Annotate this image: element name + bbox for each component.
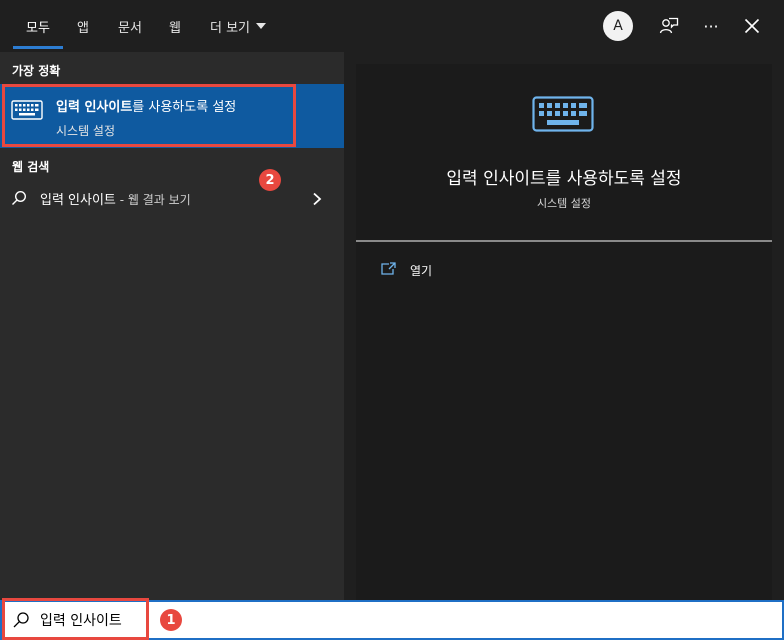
web-search-label: 웹 검색 (12, 160, 50, 174)
tab-more[interactable]: 더 보기 (202, 0, 274, 52)
tab-all-label: 모두 (26, 20, 50, 36)
chevron-down-icon (256, 23, 266, 29)
highlight-box-best-match (2, 84, 296, 147)
chevron-right-icon (312, 191, 322, 210)
highlight-box-search (2, 598, 149, 640)
preview-divider (356, 240, 772, 242)
feedback-icon[interactable] (656, 13, 682, 39)
results-panel: 가장 정확 입력 인사이트를 사용하도록 설정 시스템 설정 2 웹 검색 입력… (0, 52, 344, 600)
tab-more-label: 더 보기 (209, 20, 250, 36)
preview-subtitle: 시스템 설정 (536, 197, 592, 210)
top-bar: 모두 앱 문서 웹 더 보기 A ··· ✕ (0, 0, 784, 52)
tab-documents[interactable]: 문서 (110, 0, 150, 52)
tab-documents-label: 문서 (118, 20, 142, 36)
more-options-glyph: ··· (703, 16, 719, 36)
search-icon (11, 190, 27, 210)
preview-title: 입력 인사이트를 사용하도록 설정 (446, 169, 682, 189)
web-result-suffix: - 웹 결과 보기 (115, 193, 191, 207)
web-result-item[interactable]: 입력 인사이트 - 웹 결과 보기 (0, 182, 344, 214)
tab-apps-label: 앱 (77, 20, 89, 36)
tab-web[interactable]: 웹 (160, 0, 190, 52)
close-icon[interactable]: ✕ (739, 13, 765, 39)
avatar[interactable]: A (603, 11, 633, 41)
active-tab-indicator (13, 46, 63, 49)
web-result-query: 입력 인사이트 (40, 193, 116, 208)
best-match-label: 가장 정확 (12, 64, 61, 78)
open-action[interactable]: 열기 (380, 260, 432, 280)
open-external-icon (380, 261, 396, 280)
preview-panel: 입력 인사이트를 사용하도록 설정 시스템 설정 열기 (356, 64, 772, 600)
avatar-letter: A (613, 18, 623, 34)
more-options-icon[interactable]: ··· (698, 13, 724, 39)
open-action-label: 열기 (410, 263, 433, 278)
tab-web-label: 웹 (169, 20, 181, 36)
tab-apps[interactable]: 앱 (68, 0, 98, 52)
step-badge-1: 1 (160, 609, 182, 631)
web-result-text: 입력 인사이트 - 웹 결과 보기 (40, 189, 191, 208)
keyboard-large-icon (532, 96, 594, 136)
tab-all[interactable]: 모두 (13, 0, 63, 52)
